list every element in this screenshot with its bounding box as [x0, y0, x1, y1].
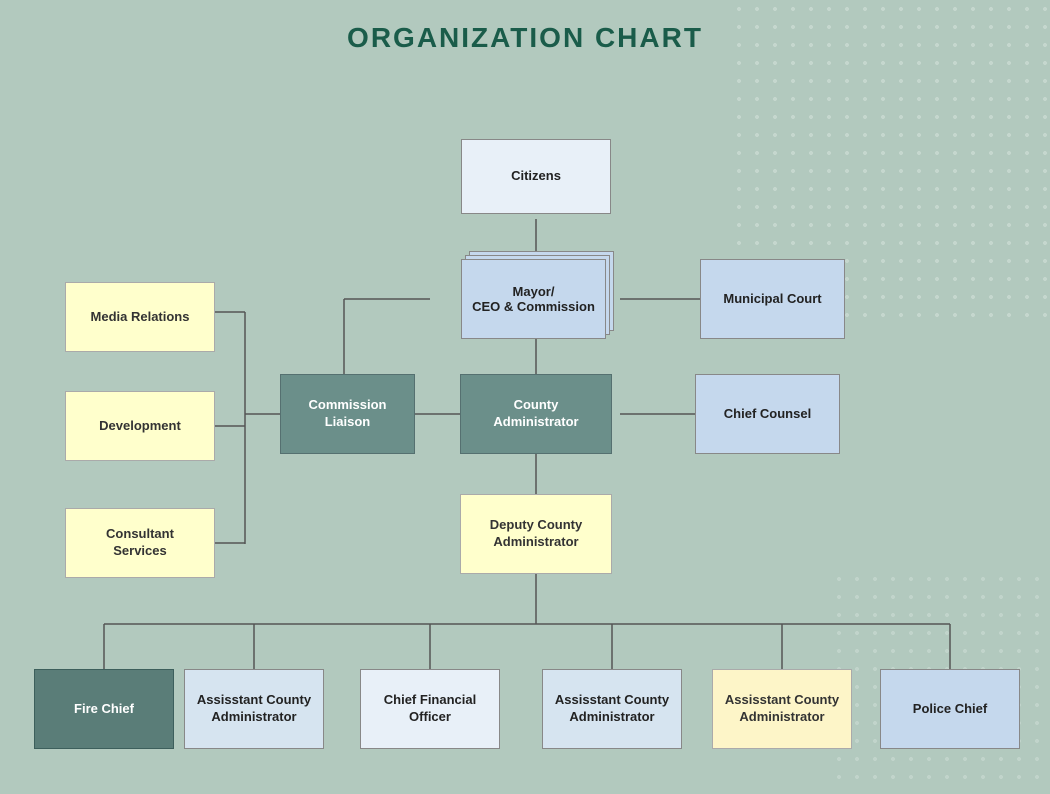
- fire-chief-box: Fire Chief: [34, 669, 174, 749]
- deputy-county-admin-box: Deputy County Administrator: [460, 494, 612, 574]
- media-relations-box: Media Relations: [65, 282, 215, 352]
- chief-counsel-box: Chief Counsel: [695, 374, 840, 454]
- asst-admin-1-box: Assisstant County Administrator: [184, 669, 324, 749]
- commission-liaison-box: Commission Liaison: [280, 374, 415, 454]
- police-chief-box: Police Chief: [880, 669, 1020, 749]
- municipal-court-box: Municipal Court: [700, 259, 845, 339]
- citizens-box: Citizens: [461, 139, 611, 214]
- asst-admin-3-box: Assisstant County Administrator: [712, 669, 852, 749]
- page-title: ORGANIZATION CHART: [0, 0, 1050, 64]
- development-box: Development: [65, 391, 215, 461]
- org-chart-area: Citizens Mayor/ CEO & Commission Municip…: [0, 64, 1050, 794]
- county-admin-box: County Administrator: [460, 374, 612, 454]
- asst-admin-2-box: Assisstant County Administrator: [542, 669, 682, 749]
- consultant-services-box: Consultant Services: [65, 508, 215, 578]
- mayor-front: Mayor/ CEO & Commission: [461, 259, 606, 339]
- cfo-box: Chief Financial Officer: [360, 669, 500, 749]
